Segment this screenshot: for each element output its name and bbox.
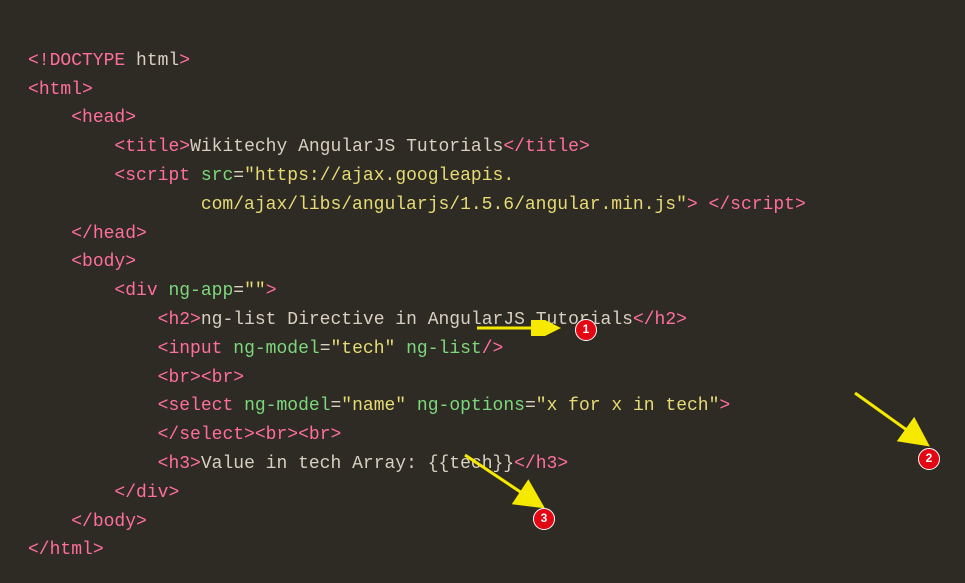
code-line: <!DOCTYPE html>: [28, 51, 190, 71]
code-line: </select><br><br>: [28, 425, 341, 445]
code-line: </head>: [28, 224, 147, 244]
code-line: com/ajax/libs/angularjs/1.5.6/angular.mi…: [28, 195, 806, 215]
annotation-badge-1: 1: [575, 319, 597, 341]
code-line: </body>: [28, 512, 147, 532]
annotation-badge-3: 3: [533, 508, 555, 530]
code-line: <select ng-model="name" ng-options="x fo…: [28, 396, 730, 416]
code-line: <div ng-app="">: [28, 281, 277, 301]
code-line: <body>: [28, 252, 136, 272]
code-line: </div>: [28, 483, 179, 503]
code-line: <br><br>: [28, 368, 244, 388]
annotation-badge-2: 2: [918, 448, 940, 470]
code-line: <head>: [28, 108, 136, 128]
code-line: <title>Wikitechy AngularJS Tutorials</ti…: [28, 137, 590, 157]
code-line: <script src="https://ajax.googleapis.: [28, 166, 514, 186]
code-line: <input ng-model="tech" ng-list/>: [28, 339, 503, 359]
code-line: </html>: [28, 540, 104, 560]
arrow-icon: [475, 320, 565, 336]
code-line: <html>: [28, 80, 93, 100]
